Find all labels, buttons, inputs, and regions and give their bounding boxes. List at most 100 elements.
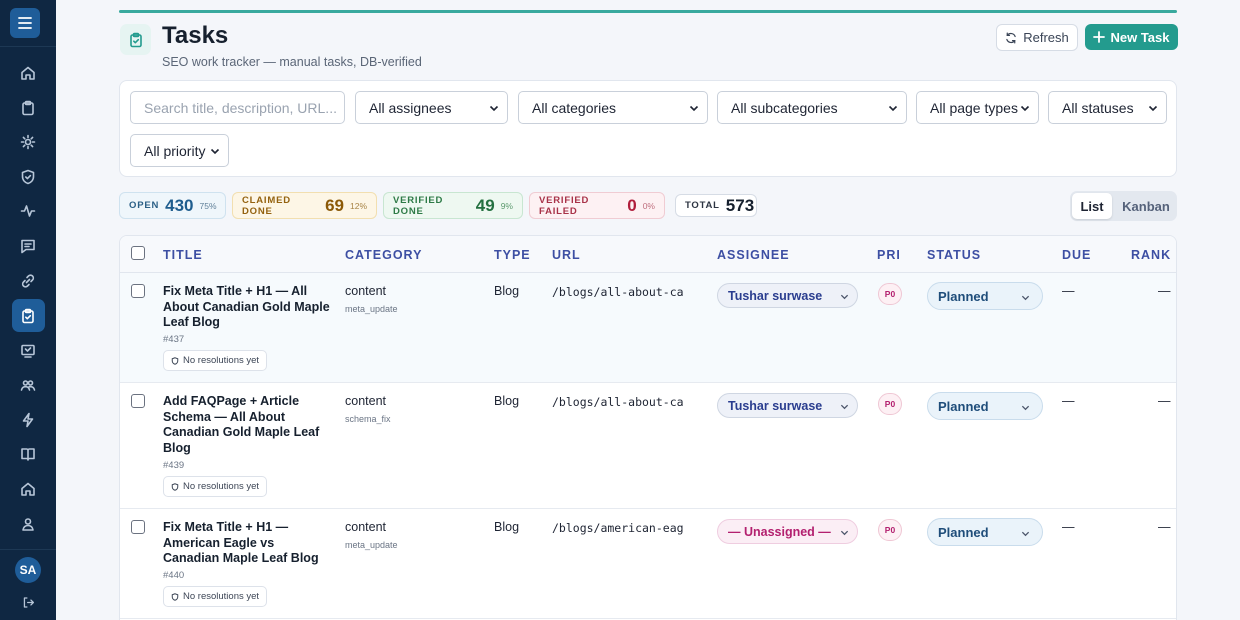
message-icon (21, 239, 35, 254)
column-header-url[interactable]: URL (552, 248, 581, 262)
stat-open-value: 430 (165, 195, 194, 215)
chevron-down-icon (1021, 295, 1030, 301)
column-header-assignee[interactable]: ASSIGNEE (717, 248, 790, 262)
link-icon (21, 274, 35, 288)
user-avatar[interactable]: SA (15, 557, 41, 583)
sidebar-item-automation[interactable] (17, 409, 39, 431)
subcategory-filter-select[interactable]: All subcategories (717, 91, 907, 124)
page-type-filter-value: All page types (930, 99, 1018, 116)
assignee-select[interactable]: — Unassigned — (717, 519, 858, 544)
priority-filter-select[interactable]: All priority (130, 134, 229, 167)
stat-claimed-label: CLAIMED DONE (242, 194, 291, 217)
chevron-down-icon (840, 294, 849, 300)
column-header-priority[interactable]: PRI (877, 248, 901, 262)
home-icon (21, 66, 35, 80)
stat-total-value: 573 (725, 195, 755, 215)
task-subcategory: schema_fix (345, 414, 391, 424)
status-value: Planned (938, 288, 989, 304)
sidebar-item-docs[interactable] (17, 443, 39, 465)
select-all-checkbox[interactable] (131, 246, 145, 260)
chat-icon (21, 344, 35, 358)
task-id: #439 (163, 460, 185, 471)
task-rank: — (1158, 394, 1171, 408)
page-title: Tasks (162, 22, 229, 49)
priority-badge: P0 (878, 393, 902, 415)
assignee-select[interactable]: Tushar surwase (717, 393, 858, 418)
stat-verified-done[interactable]: VERIFIED DONE 49 9% (383, 192, 523, 219)
table-header: TITLE CATEGORY TYPE URL ASSIGNEE PRI STA… (120, 236, 1176, 273)
tasks-page-icon (120, 24, 151, 55)
sidebar-item-messages[interactable] (17, 235, 39, 257)
assignee-select[interactable]: Tushar surwase (717, 283, 858, 308)
sidebar-divider (0, 46, 56, 47)
assignee-value: Tushar surwase (728, 398, 823, 413)
list-view-button[interactable]: List (1072, 193, 1112, 219)
task-title[interactable]: Fix Meta Title + H1 — American Eagle vs … (163, 520, 333, 567)
task-due: — (1062, 394, 1075, 408)
chevron-down-icon (689, 105, 699, 112)
sidebar-item-users[interactable] (17, 374, 39, 396)
stat-verified-failed-label: VERIFIED FAILED (539, 194, 590, 217)
task-url[interactable]: /blogs/american-eag (552, 521, 692, 535)
sidebar-item-links[interactable] (17, 270, 39, 292)
status-select[interactable]: Planned (927, 282, 1043, 310)
clipboard-check-icon (129, 32, 142, 47)
task-type: Blog (494, 284, 520, 298)
assignee-value: Tushar surwase (728, 288, 823, 303)
sidebar-item-team[interactable] (17, 513, 39, 535)
column-header-status[interactable]: STATUS (927, 248, 981, 262)
task-title[interactable]: Add FAQPage + Article Schema — All About… (163, 394, 333, 457)
status-select[interactable]: Planned (927, 392, 1043, 420)
stat-verified-failed[interactable]: VERIFIED FAILED 0 0% (529, 192, 665, 219)
plus-icon (1093, 31, 1106, 43)
refresh-button[interactable]: Refresh (996, 24, 1078, 51)
clipboard-icon (22, 100, 34, 116)
column-header-type[interactable]: TYPE (494, 248, 531, 262)
sidebar-item-home[interactable] (17, 62, 39, 84)
row-checkbox[interactable] (131, 520, 145, 534)
resolutions-badge[interactable]: No resolutions yet (163, 476, 268, 497)
assignee-filter-select[interactable]: All assignees (355, 91, 508, 124)
column-header-category[interactable]: CATEGORY (345, 248, 422, 262)
refresh-label: Refresh (1023, 30, 1069, 45)
column-header-due[interactable]: DUE (1062, 248, 1091, 262)
sidebar-item-sites[interactable] (17, 478, 39, 500)
sidebar-item-activity[interactable] (17, 200, 39, 222)
resolutions-badge[interactable]: No resolutions yet (163, 350, 268, 371)
stat-total[interactable]: TOTAL 573 (675, 194, 757, 217)
stat-open[interactable]: OPEN 430 75% (119, 192, 226, 219)
status-filter-select[interactable]: All statuses (1048, 91, 1167, 124)
page-type-filter-select[interactable]: All page types (916, 91, 1039, 124)
search-input[interactable]: Search title, description, URL... (130, 91, 345, 124)
column-header-rank[interactable]: RANK (1131, 248, 1171, 262)
menu-toggle-button[interactable] (10, 8, 40, 38)
stat-claimed-done[interactable]: CLAIMED DONE 69 12% (232, 192, 377, 219)
stat-open-pct: 75% (199, 200, 217, 211)
logout-button[interactable] (17, 591, 39, 613)
table-row[interactable]: Add FAQPage + Article Schema — All About… (120, 383, 1176, 509)
task-title[interactable]: Fix Meta Title + H1 — All About Canadian… (163, 284, 333, 331)
new-task-button[interactable]: New Task (1085, 24, 1178, 50)
row-checkbox[interactable] (131, 394, 145, 408)
task-url[interactable]: /blogs/all-about-ca (552, 285, 692, 299)
task-subcategory: meta_update (345, 304, 398, 314)
column-header-title[interactable]: TITLE (163, 248, 203, 262)
activity-icon (20, 205, 36, 217)
task-url[interactable]: /blogs/all-about-ca (552, 395, 692, 409)
row-checkbox[interactable] (131, 284, 145, 298)
status-select[interactable]: Planned (927, 518, 1043, 546)
chevron-down-icon (840, 404, 849, 410)
table-row[interactable]: Fix Meta Title + H1 — American Eagle vs … (120, 509, 1176, 619)
table-row[interactable]: Fix Meta Title + H1 — All About Canadian… (120, 273, 1176, 383)
sidebar-item-settings[interactable] (17, 131, 39, 153)
sidebar-item-shield[interactable] (17, 166, 39, 188)
kanban-view-button[interactable]: Kanban (1118, 193, 1174, 219)
resolutions-badge[interactable]: No resolutions yet (163, 586, 268, 607)
task-rank: — (1158, 284, 1171, 298)
sidebar-item-clipboard[interactable] (17, 97, 39, 119)
category-filter-select[interactable]: All categories (518, 91, 708, 124)
sidebar-item-chat[interactable] (17, 340, 39, 362)
bolt-icon (22, 412, 34, 428)
sidebar-item-tasks[interactable] (17, 305, 39, 327)
task-category: content (345, 394, 387, 408)
